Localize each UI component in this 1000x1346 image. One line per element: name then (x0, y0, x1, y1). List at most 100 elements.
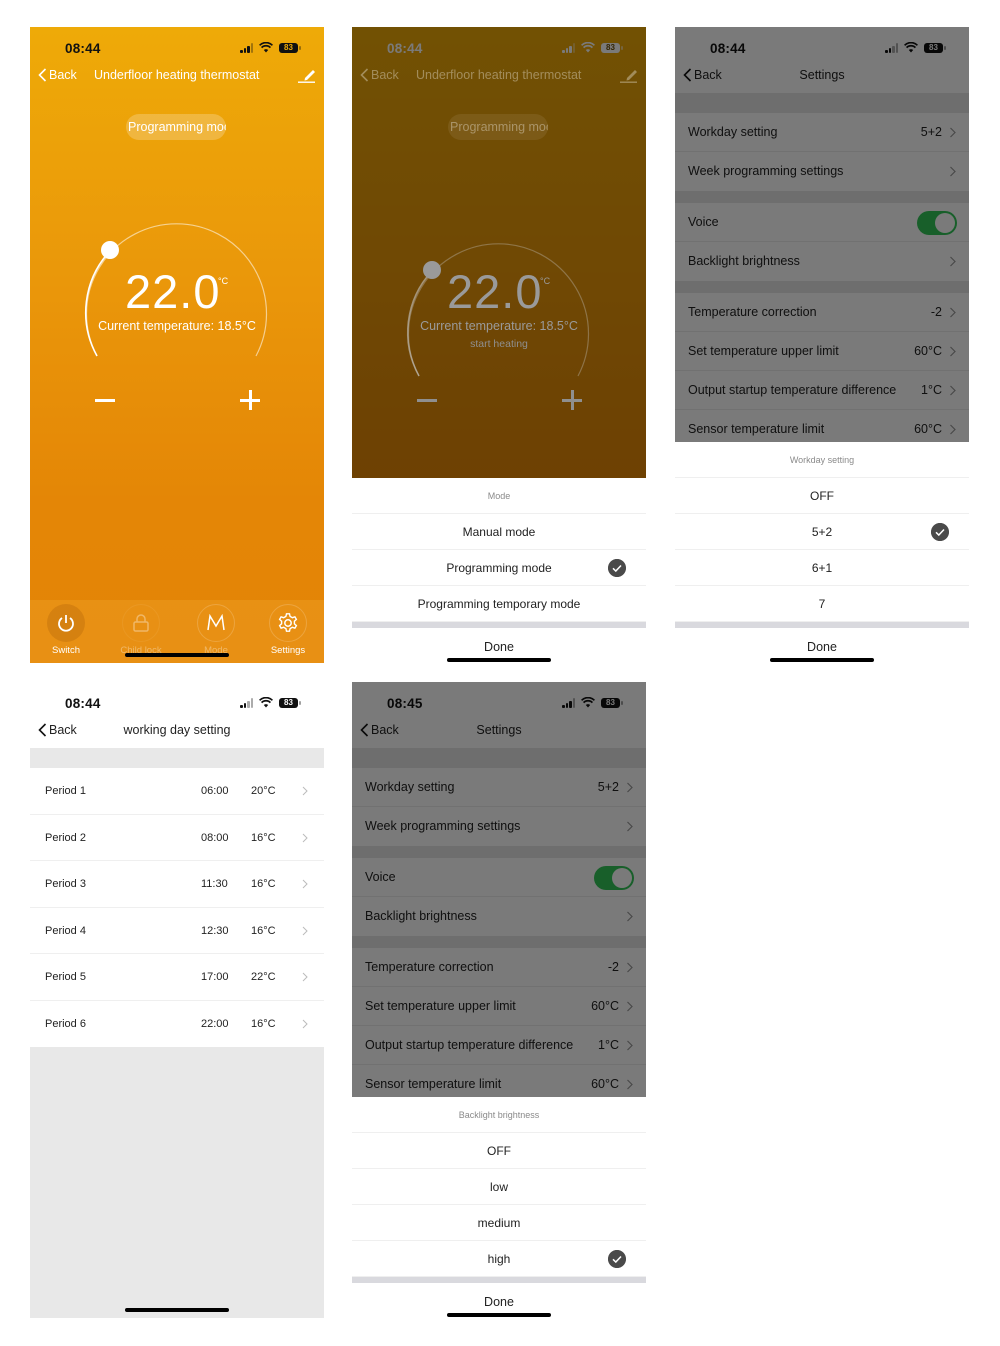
period-time: 12:30 (201, 924, 229, 937)
set-temperature: 22.0 (125, 265, 221, 318)
current-temperature: Current temperature: 18.5°C (98, 319, 256, 333)
pencil-icon[interactable] (620, 67, 638, 83)
option-5-2[interactable]: 5+2 (675, 514, 969, 550)
period-temp: 16°C (251, 924, 276, 937)
option-label: Manual mode (462, 525, 536, 539)
decrease-button[interactable] (95, 399, 115, 402)
mode-action-sheet: Mode Manual mode Programming mode Progra… (352, 478, 646, 663)
chevron-right-icon (302, 1019, 308, 1028)
current-temperature: Current temperature: 18.5°C (420, 319, 578, 333)
option-label: Programming mode (446, 561, 552, 575)
chevron-right-icon (302, 879, 308, 889)
option-programming-temporary-mode[interactable]: Programming temporary mode (352, 586, 646, 622)
working-day-screen: 08:44 83 Back working day setting Period… (30, 682, 324, 1318)
period-row[interactable]: Period 3 11:30 16°C (30, 861, 324, 908)
gear-icon (278, 613, 298, 632)
power-icon (58, 615, 74, 632)
wifi-icon (259, 697, 273, 708)
page-title: Underfloor heating thermostat (416, 68, 582, 82)
tab-settings[interactable]: Settings (258, 604, 318, 656)
bottom-tab-bar: Switch Child lock Mode Settings (30, 600, 324, 663)
period-name: Period 6 (45, 1017, 86, 1030)
battery-tip (299, 46, 301, 50)
period-time: 17:00 (201, 971, 229, 983)
checkmark-icon (608, 559, 626, 577)
period-list: Period 1 06:00 20°C Period 2 08:00 16°C Peri… (30, 768, 324, 1047)
option-label: OFF (487, 1144, 511, 1158)
nav-bar: Back Underfloor heating thermostat (30, 63, 324, 89)
backlight-action-sheet: Backlight brightness OFF low medium high… (352, 1097, 646, 1318)
option-7[interactable]: 7 (675, 586, 969, 622)
done-button[interactable]: Done (675, 628, 969, 663)
back-label: Back (49, 68, 77, 82)
option-label: high (487, 1252, 511, 1266)
option-programming-mode[interactable]: Programming mode (352, 550, 646, 586)
period-temp: 16°C (251, 878, 276, 890)
done-label: Done (484, 1295, 514, 1309)
page-title: working day setting (123, 723, 231, 737)
status-time: 08:44 (65, 696, 101, 711)
sheet-title: Mode (352, 478, 646, 514)
temperature-unit: °C (540, 276, 551, 286)
page-title: Underfloor heating thermostat (94, 68, 260, 82)
sheet-title: Workday setting (675, 442, 969, 478)
mode-pill[interactable]: Programming moc (126, 114, 226, 140)
chevron-right-icon (302, 926, 308, 935)
period-name: Period 4 (45, 924, 86, 937)
done-button[interactable]: Done (352, 628, 646, 663)
chevron-left-icon (38, 68, 47, 82)
lock-icon (133, 614, 149, 632)
back-button[interactable]: Back (38, 68, 77, 82)
checkmark-icon (608, 1250, 626, 1268)
status-time: 08:44 (65, 41, 101, 56)
option-off[interactable]: OFF (352, 1133, 646, 1169)
period-row[interactable]: Period 4 12:30 16°C (30, 907, 324, 954)
option-6-1[interactable]: 6+1 (675, 550, 969, 586)
mode-m-icon (207, 614, 225, 631)
dim-overlay[interactable] (675, 27, 969, 442)
option-label: Programming temporary mode (417, 597, 581, 611)
home-indicator (125, 1308, 229, 1312)
tab-mode[interactable]: Mode (186, 604, 246, 656)
nav-bar: Back Underfloor heating thermostat (352, 63, 646, 89)
signal-icon (240, 698, 254, 708)
back-button[interactable]: Back (360, 68, 399, 82)
period-row[interactable]: Period 1 06:00 20°C (30, 768, 324, 815)
chevron-right-icon (302, 972, 308, 982)
home-indicator (447, 1313, 551, 1317)
period-row[interactable]: Period 5 17:00 22°C (30, 954, 324, 1001)
tab-switch[interactable]: Switch (36, 604, 96, 656)
battery-tip (299, 701, 301, 705)
option-high[interactable]: high (352, 1241, 646, 1277)
increase-button (562, 390, 582, 410)
pencil-icon[interactable] (298, 67, 316, 83)
period-row[interactable]: Period 2 08:00 16°C (30, 814, 324, 861)
option-medium[interactable]: medium (352, 1205, 646, 1241)
done-label: Done (484, 640, 514, 654)
settings-backlight-screen: 08:45 83 Back Settings Workday setting5+… (352, 682, 646, 1318)
battery-icon: 83 (279, 43, 298, 53)
nav-bar: Back working day setting (30, 718, 324, 744)
option-manual-mode[interactable]: Manual mode (352, 514, 646, 550)
option-label: 7 (818, 597, 826, 611)
workday-action-sheet: Workday setting OFF 5+2 6+1 7 Done (675, 442, 969, 663)
dim-overlay[interactable] (352, 682, 646, 1097)
option-label: medium (477, 1216, 521, 1230)
done-button[interactable]: Done (352, 1283, 646, 1318)
tab-label: Settings (270, 645, 306, 656)
increase-button[interactable] (240, 390, 260, 410)
period-time: 11:30 (201, 878, 228, 890)
option-off[interactable]: OFF (675, 478, 969, 514)
home-indicator (447, 658, 551, 662)
home-indicator (125, 653, 229, 657)
tab-child-lock[interactable]: Child lock (111, 604, 171, 656)
chevron-left-icon (360, 68, 369, 82)
period-time: 22:00 (201, 1017, 229, 1030)
period-name: Period 1 (45, 785, 86, 797)
period-name: Period 5 (45, 971, 86, 983)
period-row[interactable]: Period 6 22:00 16°C (30, 1000, 324, 1047)
home-indicator (770, 658, 874, 662)
period-time: 08:00 (201, 831, 229, 844)
dial-progress (84, 250, 111, 357)
option-low[interactable]: low (352, 1169, 646, 1205)
